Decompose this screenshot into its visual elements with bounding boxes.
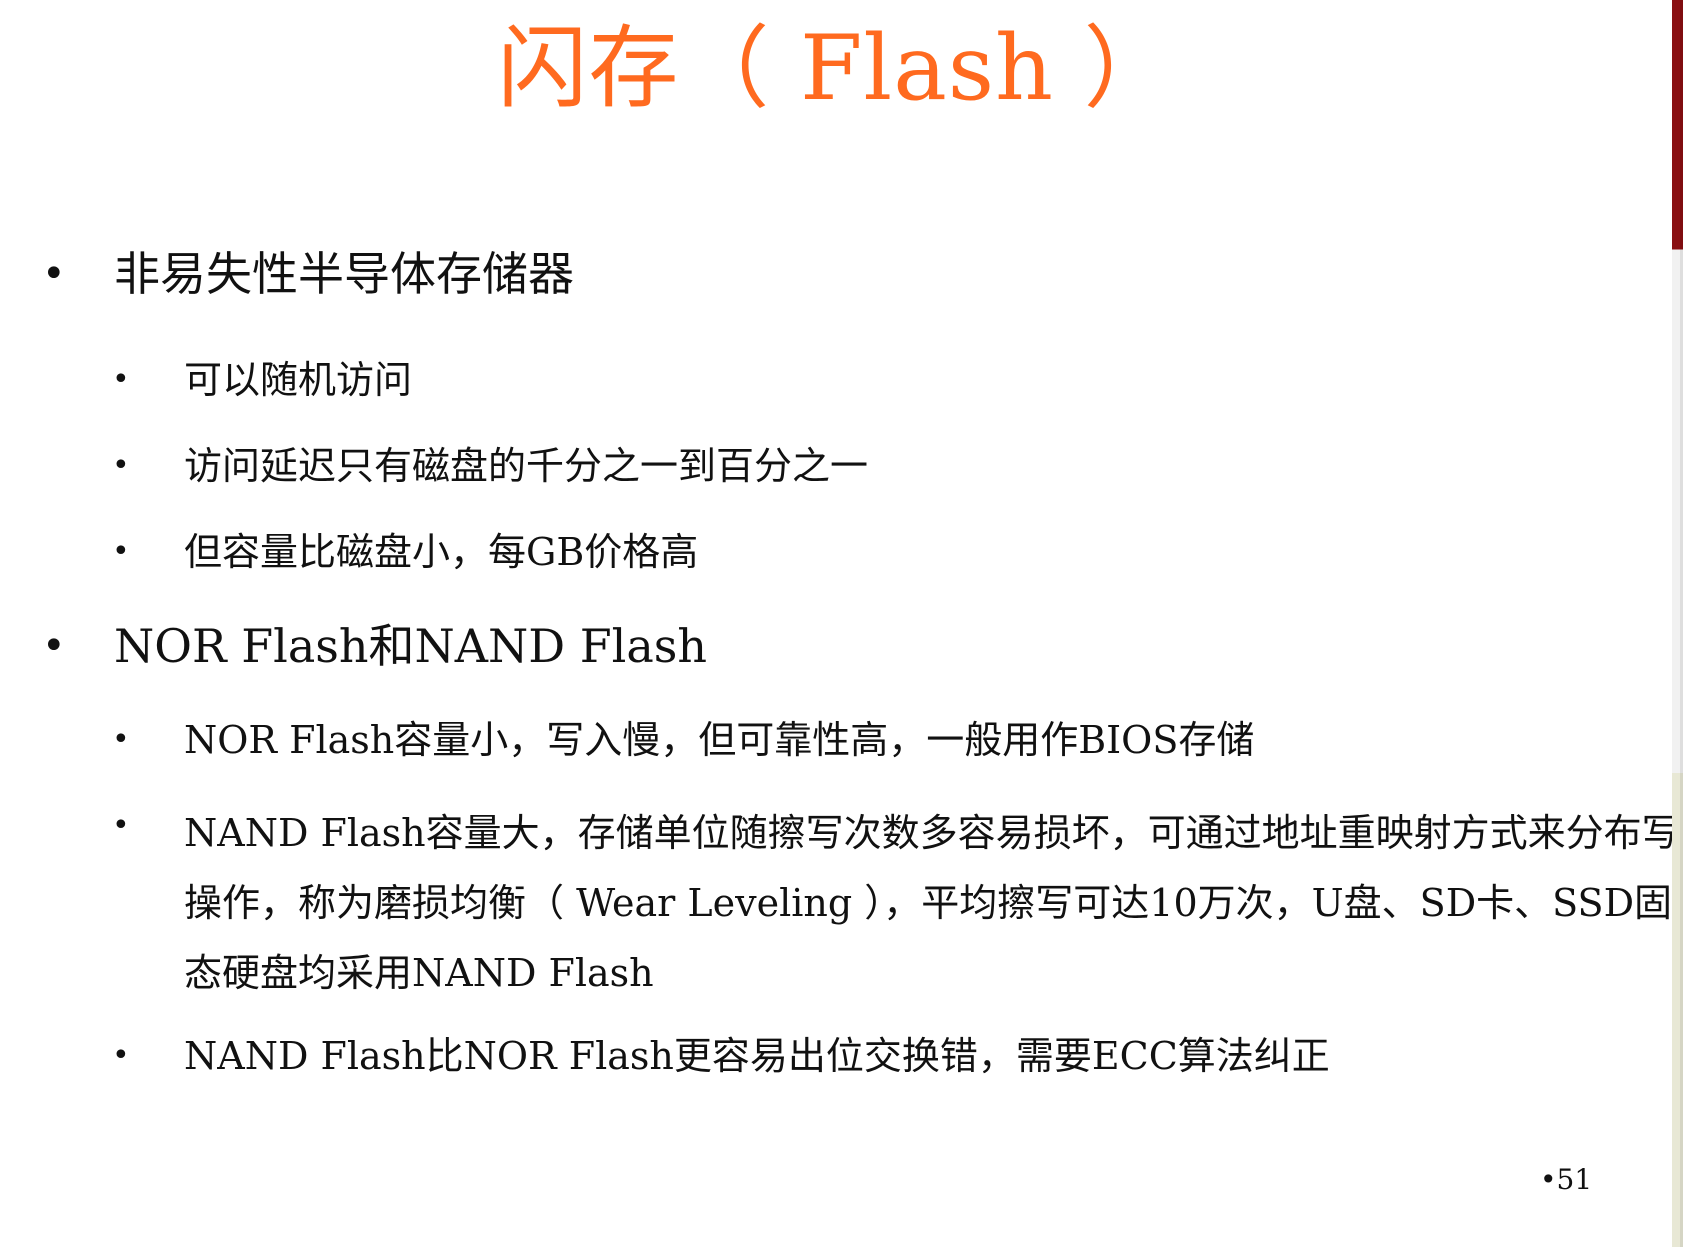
bullet-dot: • — [42, 251, 66, 297]
bullet-dot: • — [112, 722, 130, 757]
bullet-text: 可以随机访问 — [184, 358, 413, 402]
bullet-section-1: • 非易失性半导体存储器 — [42, 244, 1642, 304]
bullet-item: • NAND Flash比NOR Flash更容易出位交换错，需要ECC算法纠正 — [112, 1028, 1612, 1084]
bullet-text: 访问延迟只有磁盘的千分之一到百分之一 — [184, 444, 869, 488]
bullet-item: • 但容量比磁盘小，每GB价格高 — [112, 524, 1612, 580]
page-number: •51 — [1540, 1163, 1593, 1196]
window-right-edge — [1672, 0, 1683, 1247]
slide: 闪存（ Flash ） • 非易失性半导体存储器 • 可以随机访问 • 访问延迟… — [0, 0, 1672, 1247]
bullet-dot: • — [112, 1038, 130, 1073]
bullet-text: NAND Flash比NOR Flash更容易出位交换错，需要ECC算法纠正 — [184, 1034, 1330, 1078]
bullet-item-multiline: • NAND Flash容量大，存储单位随擦写次数多容易损坏，可通过地址重映射方… — [112, 798, 1672, 1008]
bullet-text: NOR Flash容量小，写入慢，但可靠性高，一般用作BIOS存储 — [184, 718, 1255, 762]
slide-title: 闪存（ Flash ） — [497, 16, 1175, 121]
bullet-section-2: • NOR Flash和NAND Flash — [42, 616, 1642, 676]
bullet-dot: • — [112, 448, 130, 483]
bullet-text: 但容量比磁盘小，每GB价格高 — [184, 530, 699, 574]
bullet-item: • 访问延迟只有磁盘的千分之一到百分之一 — [112, 438, 1612, 494]
bullet-dot: • — [112, 362, 130, 397]
bullet-dot: • — [42, 623, 66, 669]
bullet-text: NAND Flash容量大，存储单位随擦写次数多容易损坏，可通过地址重映射方式来… — [184, 811, 1672, 995]
bullet-dot: • — [112, 808, 130, 843]
bullet-text: NOR Flash和NAND Flash — [114, 619, 708, 673]
bullet-text: 非易失性半导体存储器 — [114, 247, 574, 301]
bullet-item: • 可以随机访问 — [112, 352, 1612, 408]
bullet-dot: • — [112, 534, 130, 569]
bullet-item: • NOR Flash容量小，写入慢，但可靠性高，一般用作BIOS存储 — [112, 712, 1612, 768]
